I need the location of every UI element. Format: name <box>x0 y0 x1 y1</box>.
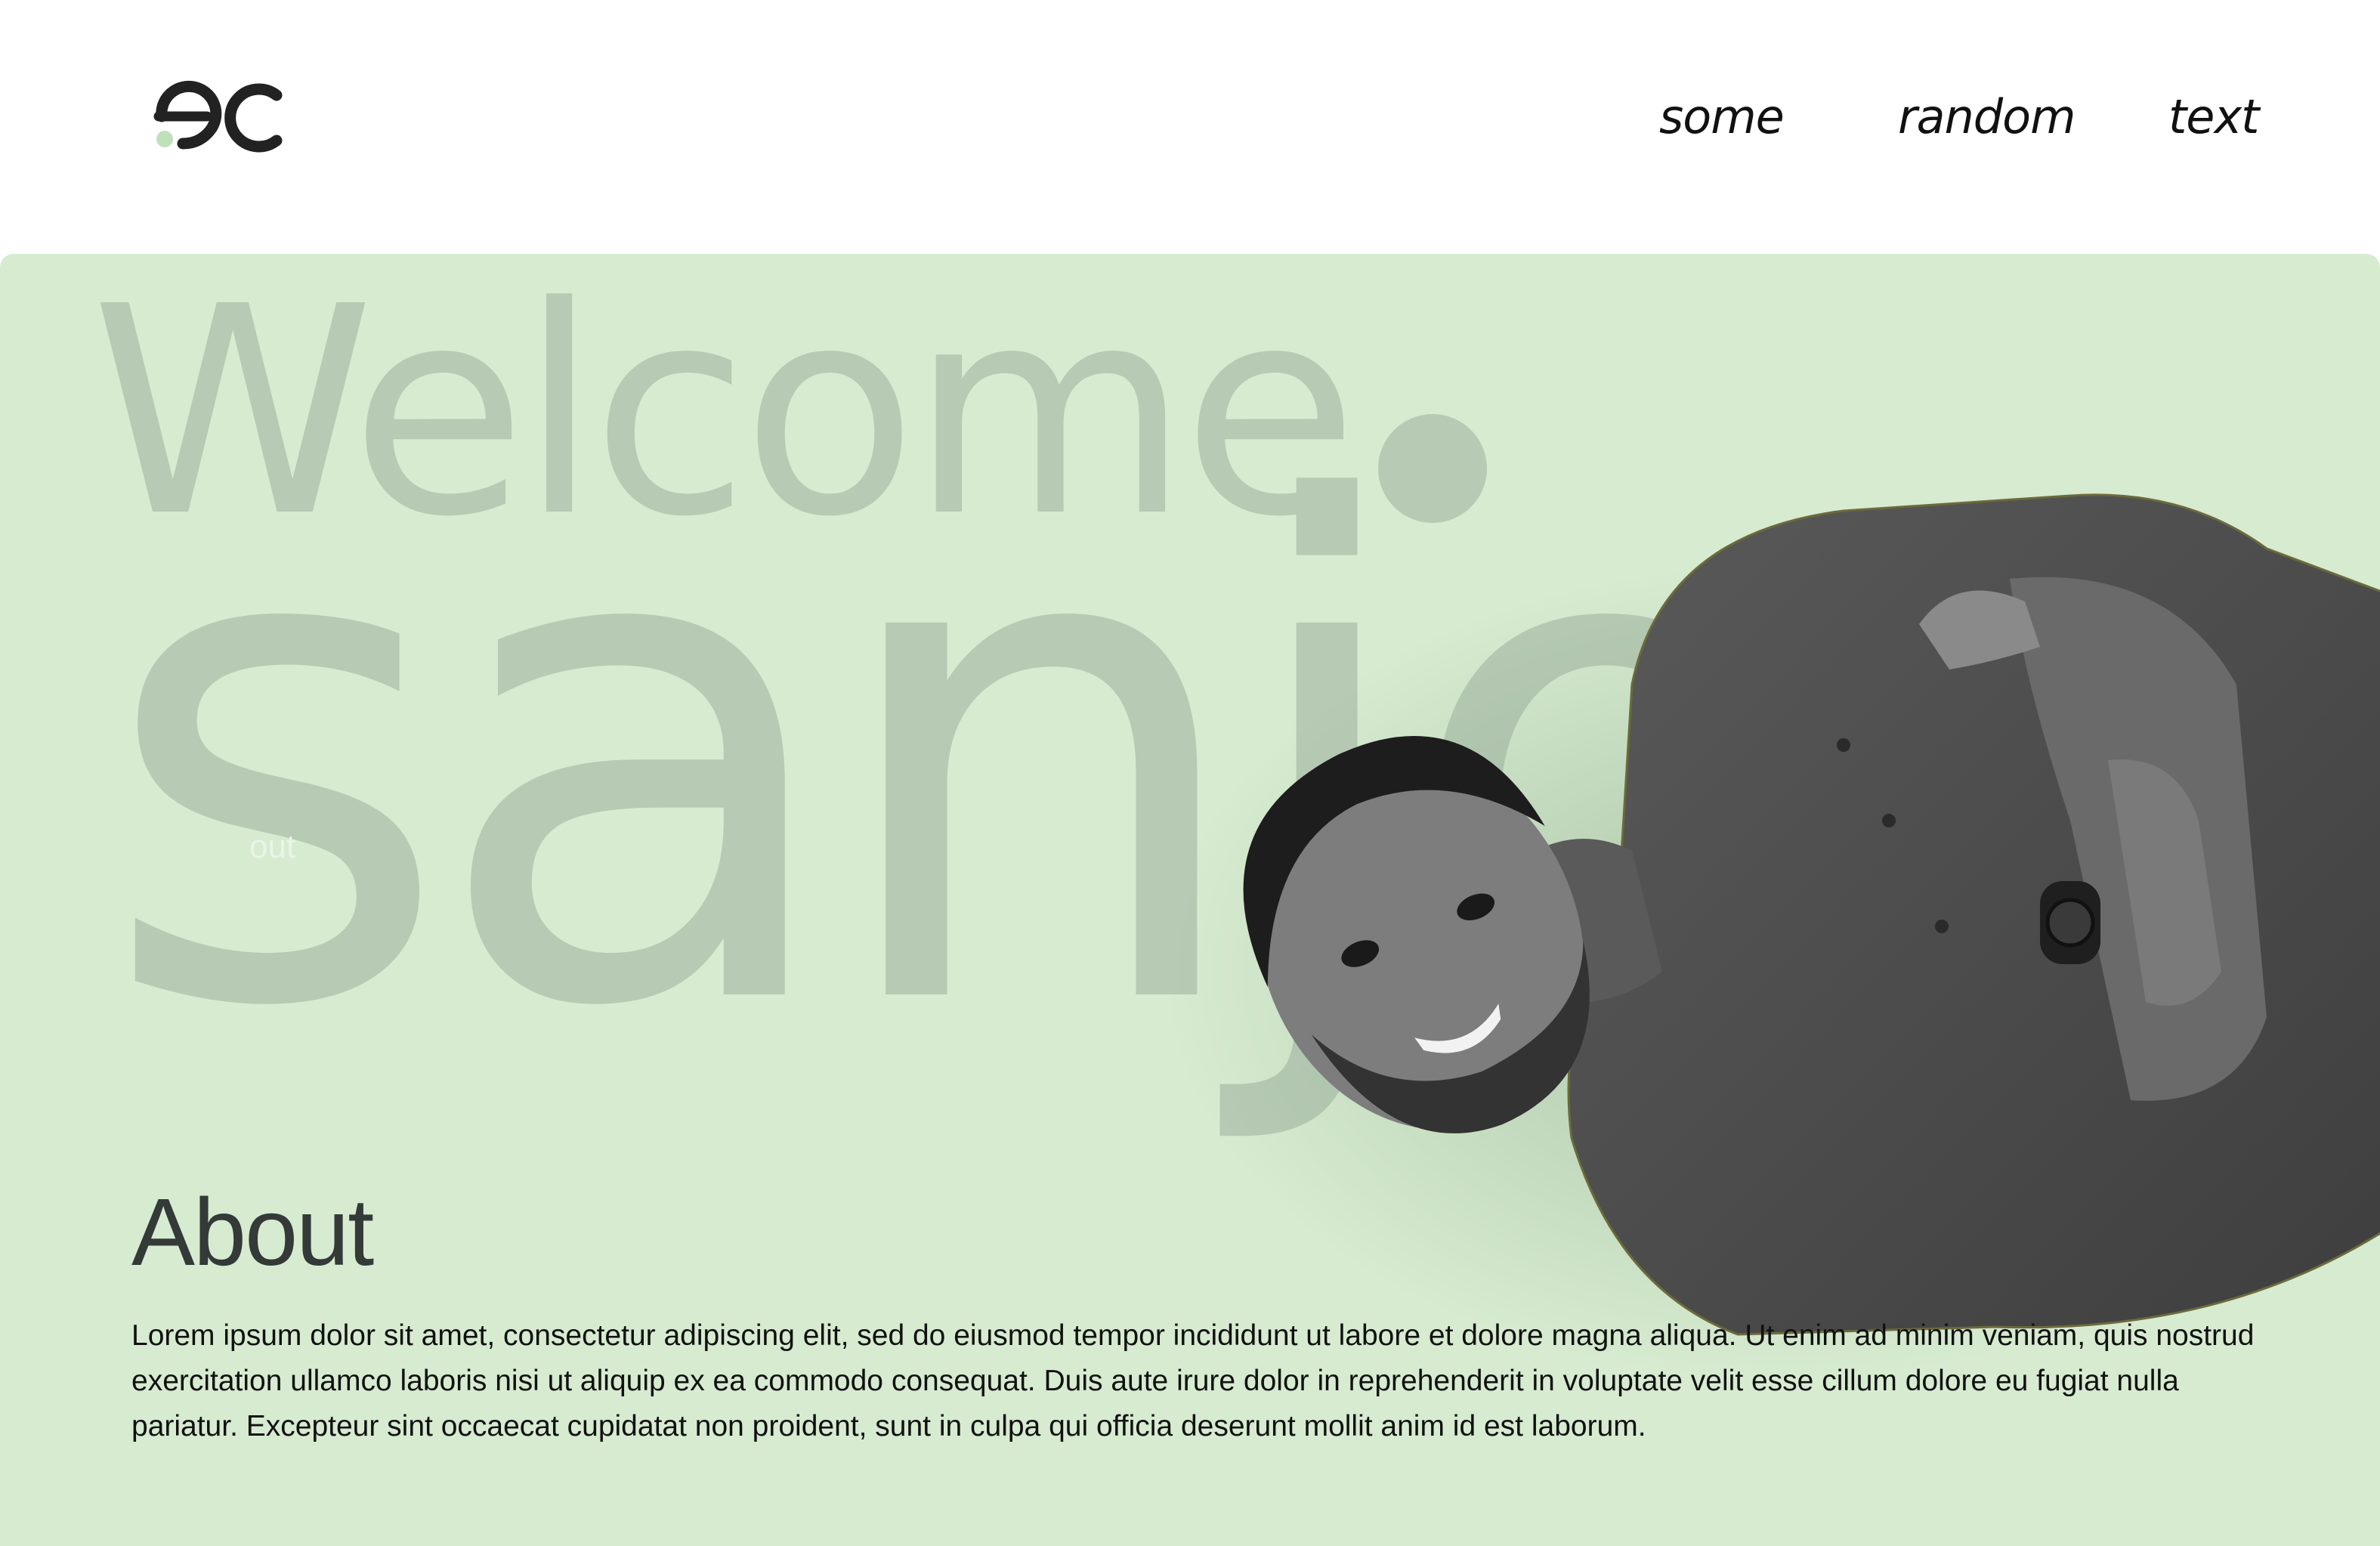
ec-logo-icon <box>153 80 283 153</box>
nav-link-text[interactable]: text <box>2168 89 2259 144</box>
portrait-photo <box>1164 493 2380 1380</box>
logo-link[interactable] <box>148 76 284 159</box>
about-heading: About <box>131 1179 374 1285</box>
site-header: some random text <box>0 0 2380 254</box>
about-paragraph: Lorem ipsum dolor sit amet, consectetur … <box>131 1319 2255 1442</box>
hero-section: Welcome sanjo out About Lorem ipsum dolo… <box>0 254 2380 1546</box>
ghost-label: out <box>249 828 296 865</box>
nav-link-some[interactable]: some <box>1659 89 1785 144</box>
nav-link-random[interactable]: random <box>1898 89 2076 144</box>
